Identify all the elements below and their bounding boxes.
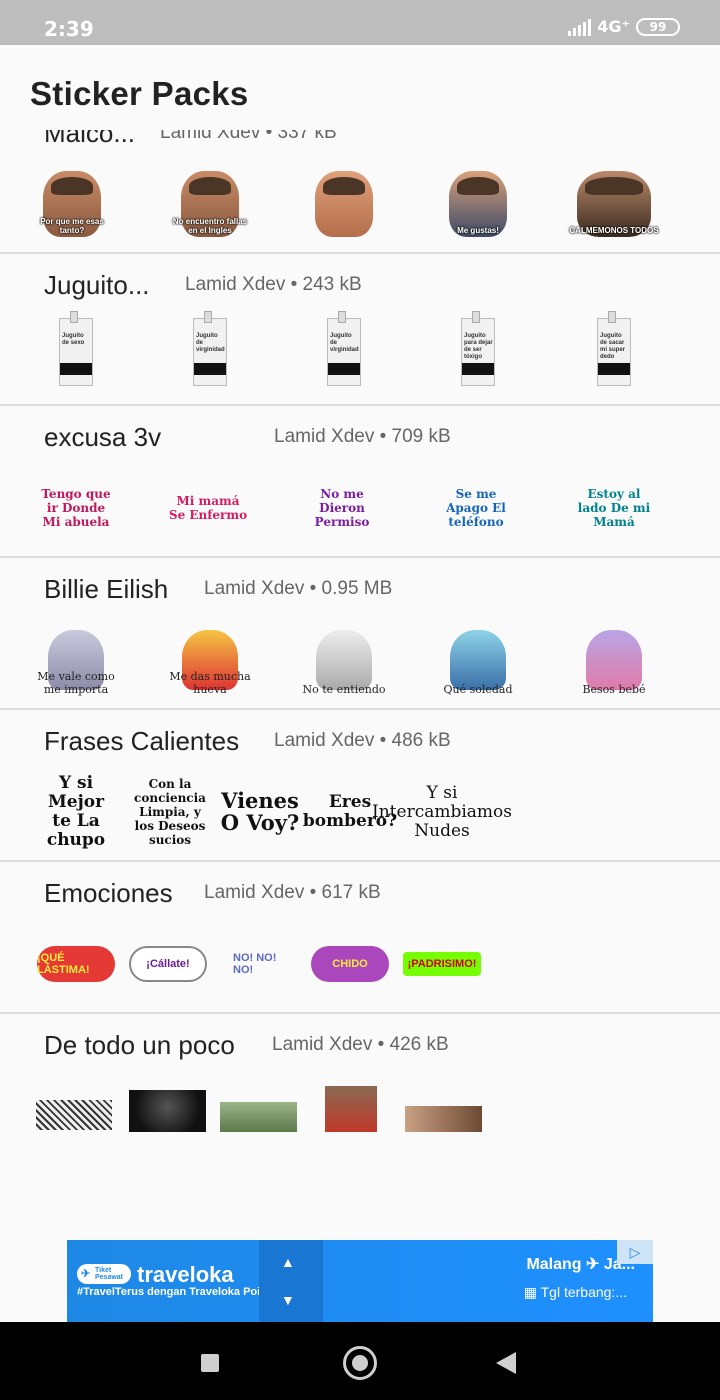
sticker-preview-row: Por que me esas tanto? No encuentro fall… <box>0 168 720 248</box>
sticker-thumbnail: Y si Intercambiamos Nudes <box>372 782 513 841</box>
sticker-preview-row: Me vale como me importa Me das mucha hue… <box>0 624 720 704</box>
battery-level: 99 <box>649 19 667 34</box>
ad-badge: Tiket Pesawat <box>77 1264 131 1284</box>
sticker-thumbnail: Vienes O Voy? <box>220 788 300 835</box>
sticker-thumbnail <box>220 1102 297 1132</box>
sticker-thumbnail <box>304 168 384 240</box>
sticker-pack-list[interactable]: Malco... Lamid Xdev • 337 kB Por que me … <box>0 130 720 1230</box>
sticker-preview-row: Y si Mejor te La chupo Con la conciencia… <box>0 773 720 856</box>
pack-name: Emociones <box>44 878 173 908</box>
sticker-thumbnail: Juguito de virginidad <box>304 311 384 388</box>
signal-icon <box>568 18 592 36</box>
pack-name: Frases Calientes <box>44 726 240 756</box>
sticker-pack-emociones[interactable]: Emociones Lamid Xdev • 617 kB ¡QUÉ LÁSTI… <box>0 862 720 1014</box>
ad-banner[interactable]: Tiket Pesawat traveloka #TravelTerus den… <box>67 1240 653 1322</box>
app-bar: Sticker Packs <box>0 45 720 130</box>
sticker-thumbnail: No encuentro fallas en el Ingles <box>170 168 250 240</box>
sticker-thumbnail <box>325 1086 377 1132</box>
pack-name: Malco... <box>44 130 136 148</box>
sticker-pack-de-todo-un-poco[interactable]: De todo un poco Lamid Xdev • 426 kB <box>0 1014 720 1166</box>
status-bar: 2:39 4G⁺ 99 <box>0 0 720 45</box>
sticker-thumbnail: Me gustas! <box>438 168 518 240</box>
sticker-pack-juguito[interactable]: Juguito... Lamid Xdev • 243 kB Juguito d… <box>0 254 720 406</box>
navigation-bar <box>0 1322 720 1400</box>
sticker-thumbnail: Por que me esas tanto? <box>32 168 112 240</box>
sticker-preview-row: Tengo que ir Donde Mi abuela Mi mamá Se … <box>0 472 720 552</box>
sticker-pack-excusa[interactable]: excusa 3v Lamid Xdev • 709 kB Tengo que … <box>0 406 720 558</box>
status-time: 2:39 <box>44 17 94 41</box>
page-title: Sticker Packs <box>30 75 249 112</box>
sticker-thumbnail: Me vale como me importa <box>36 624 116 696</box>
pack-meta: Lamid Xdev • 486 kB <box>274 730 451 751</box>
sticker-thumbnail: Besos bebé <box>574 624 654 696</box>
sticker-thumbnail: ¡Cállate! <box>128 928 208 1000</box>
pack-meta: Lamid Xdev • 709 kB <box>274 426 451 447</box>
sticker-thumbnail: CHIDO <box>310 928 390 1000</box>
sticker-thumbnail: No te entiendo <box>303 624 385 696</box>
pack-meta: Lamid Xdev • 426 kB <box>272 1034 449 1055</box>
sticker-preview-row <box>0 1080 720 1160</box>
pack-meta: Lamid Xdev • 0.95 MB <box>204 578 393 599</box>
sticker-thumbnail: CALMEMONOS TODOS <box>569 168 659 240</box>
ad-tagline: #TravelTerus dengan Traveloka Poin <box>77 1286 267 1298</box>
sticker-thumbnail: ¡PADRISIMO! <box>402 928 482 1000</box>
pack-name: excusa 3v <box>44 422 162 452</box>
calendar-icon: ▦ <box>523 1284 541 1300</box>
sticker-preview-row: Juguito de sexo Juguito de virginidad Ju… <box>0 311 720 396</box>
back-button[interactable] <box>496 1352 516 1374</box>
ad-date-text: Tgl terbang:... <box>540 1284 627 1300</box>
pack-name: Juguito... <box>44 270 150 300</box>
network-type: 4G⁺ <box>597 17 630 36</box>
status-icons: 4G⁺ 99 <box>568 17 680 36</box>
ad-divider <box>259 1240 323 1322</box>
recents-button[interactable] <box>201 1354 219 1372</box>
chevron-down-icon[interactable]: ▼ <box>281 1292 295 1308</box>
sticker-thumbnail: Juguito de virginidad <box>170 311 250 388</box>
sticker-thumbnail: Me das mucha hueva <box>169 624 251 696</box>
sticker-thumbnail: Se me Apago El teléfono <box>446 487 506 529</box>
pack-name: De todo un poco <box>44 1030 235 1060</box>
pack-meta: Lamid Xdev • 337 kB <box>160 130 337 143</box>
sticker-thumbnail: Estoy al lado De mi Mamá <box>577 487 651 529</box>
sticker-thumbnail: Juguito de sexo <box>36 311 116 388</box>
sticker-thumbnail: Tengo que ir Donde Mi abuela <box>41 487 111 529</box>
sticker-thumbnail: Con la conciencia Limpia, y los Deseos s… <box>134 777 206 847</box>
pack-name: Billie Eilish <box>44 574 169 604</box>
pack-meta: Lamid Xdev • 617 kB <box>204 882 381 903</box>
sticker-thumbnail: Juguito para dejar de ser tóxigo <box>438 311 518 388</box>
ad-choices-icon[interactable]: ▷ <box>617 1240 653 1264</box>
sticker-pack-billie-eilish[interactable]: Billie Eilish Lamid Xdev • 0.95 MB Me va… <box>0 558 720 710</box>
sticker-thumbnail <box>36 1100 112 1130</box>
sticker-thumbnail: Juguito de sacar mi super dedo <box>574 311 654 388</box>
sticker-pack-frases-calientes[interactable]: Frases Calientes Lamid Xdev • 486 kB Y s… <box>0 710 720 862</box>
sticker-thumbnail: Qué soledad <box>438 624 518 696</box>
sticker-thumbnail: NO! NO! NO! <box>233 952 277 976</box>
sticker-thumbnail <box>129 1090 206 1132</box>
ad-date: ▦ Tgl terbang:... <box>524 1284 627 1301</box>
sticker-pack-malcolm[interactable]: Malco... Lamid Xdev • 337 kB Por que me … <box>0 130 720 254</box>
sticker-thumbnail: Mi mamá Se Enfermo <box>168 494 248 522</box>
sticker-preview-row: ¡QUÉ LÁSTIMA! ¡Cállate! NO! NO! NO! CHID… <box>0 928 720 1008</box>
sticker-thumbnail: ¡QUÉ LÁSTIMA! <box>36 928 116 1000</box>
chevron-up-icon[interactable]: ▲ <box>281 1254 295 1270</box>
sticker-thumbnail <box>405 1106 482 1132</box>
battery-icon: 99 <box>636 17 680 36</box>
home-button[interactable] <box>343 1346 377 1380</box>
pack-meta: Lamid Xdev • 243 kB <box>185 274 362 295</box>
sticker-thumbnail: No me Dieron Permiso <box>314 487 370 529</box>
ad-brand: traveloka <box>137 1262 234 1287</box>
sticker-thumbnail: Y si Mejor te La chupo <box>46 773 106 850</box>
